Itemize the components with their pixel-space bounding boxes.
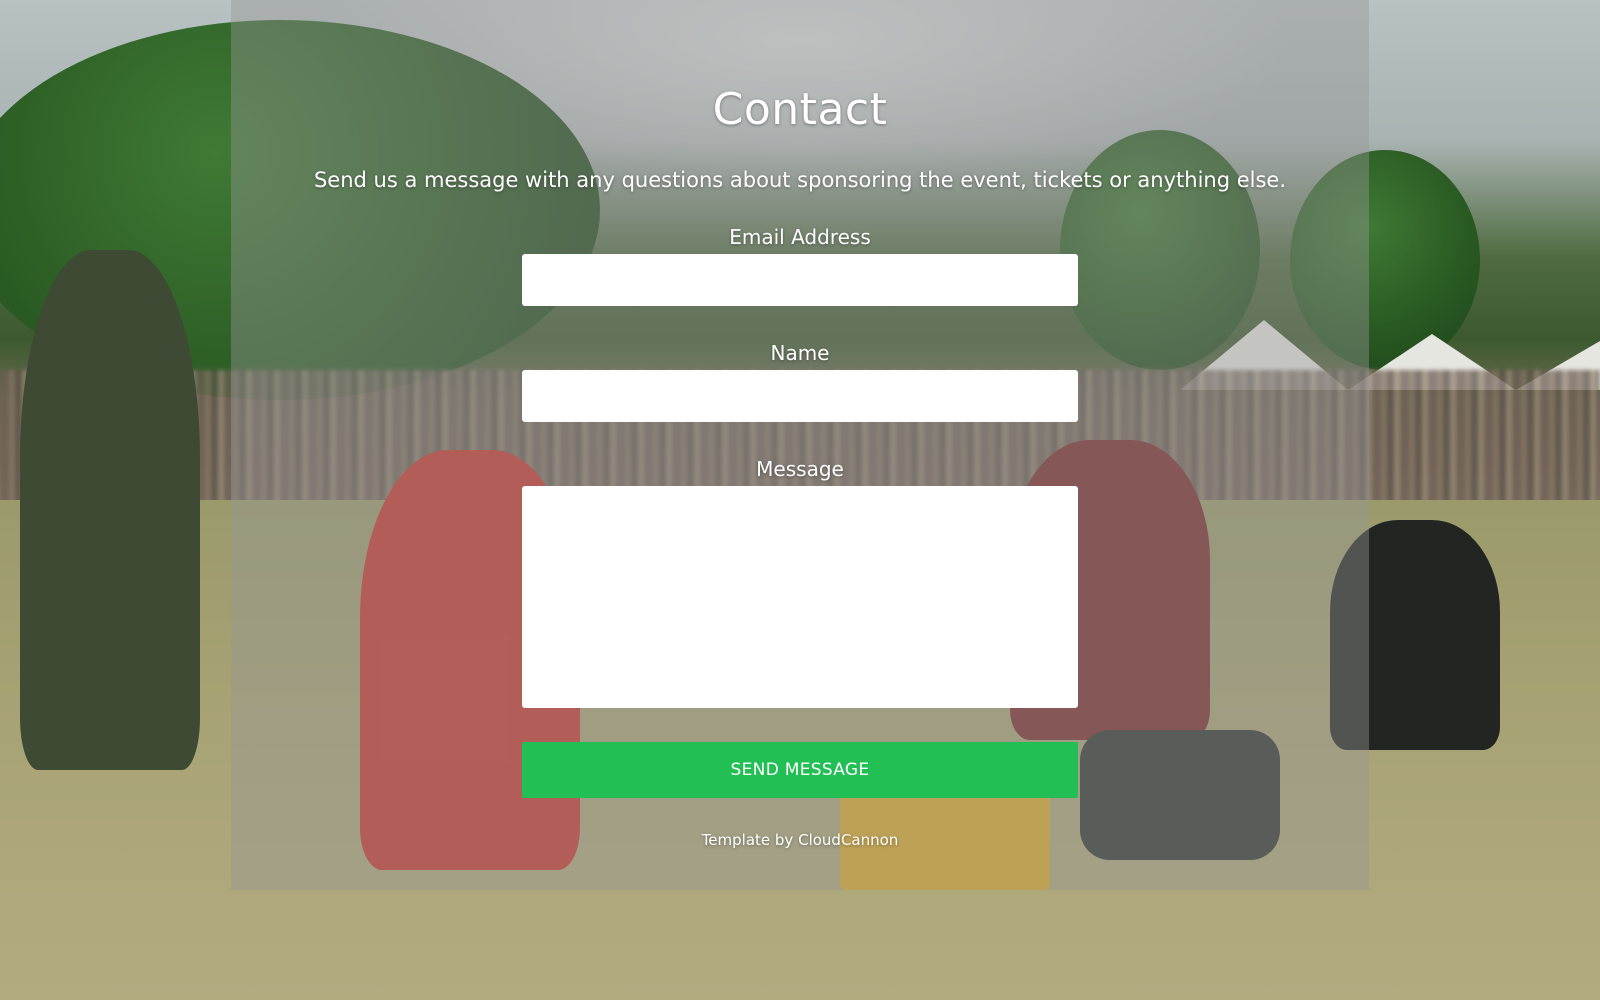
footer-credit: Template by CloudCannon [0, 831, 1600, 849]
name-field[interactable] [522, 370, 1078, 422]
person-standing [20, 250, 200, 770]
name-label: Name [770, 341, 830, 365]
message-label: Message [756, 457, 844, 481]
send-message-button[interactable]: SEND MESSAGE [522, 742, 1078, 798]
credit-prefix: Template by [701, 831, 794, 849]
email-label: Email Address [729, 225, 871, 249]
message-field[interactable] [522, 486, 1078, 708]
cloudcannon-link[interactable]: CloudCannon [798, 831, 898, 849]
intro-text: Send us a message with any questions abo… [313, 168, 1287, 192]
page-title: Contact [712, 84, 888, 135]
email-field[interactable] [522, 254, 1078, 306]
